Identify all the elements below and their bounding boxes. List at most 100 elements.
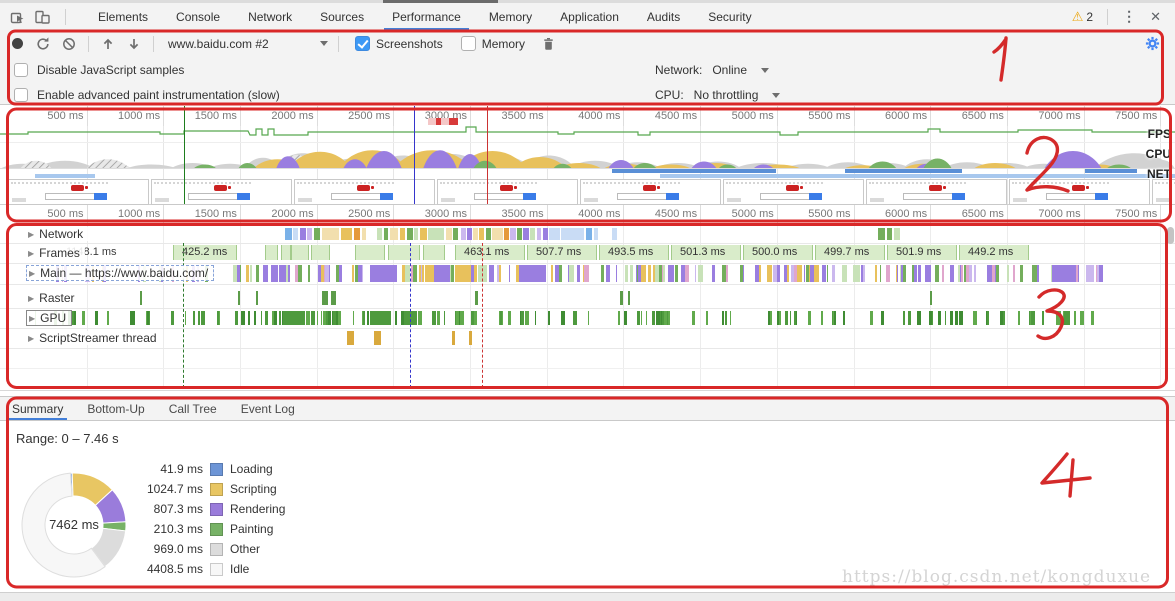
screenshot-thumbnail[interactable] bbox=[866, 179, 1007, 205]
device-toolbar-icon[interactable] bbox=[34, 9, 51, 25]
screenshot-thumbnail[interactable] bbox=[151, 179, 292, 205]
details-tab-call-tree[interactable]: Call Tree bbox=[157, 397, 229, 420]
ruler-tick bbox=[239, 106, 241, 126]
thumbnail-text-line bbox=[1155, 182, 1175, 184]
ruler-tick bbox=[86, 205, 88, 223]
ruler-tick bbox=[853, 106, 855, 126]
tab-application[interactable]: Application bbox=[546, 3, 633, 30]
gpu-bar bbox=[525, 311, 529, 325]
frame-segment[interactable] bbox=[388, 245, 420, 260]
disclosure-triangle-icon[interactable]: ▶ bbox=[28, 294, 34, 303]
details-tab-event-log[interactable]: Event Log bbox=[229, 397, 307, 420]
track-gpu[interactable]: ▶ GPU bbox=[26, 310, 73, 326]
screenshots-checkbox-row[interactable]: Screenshots bbox=[355, 36, 443, 51]
track-script-streamer[interactable]: ▶ ScriptStreamer thread bbox=[26, 331, 162, 345]
frame-segment[interactable]: 501.9 ms bbox=[887, 245, 957, 260]
frame-segment[interactable]: 449.2 ms bbox=[959, 245, 1029, 260]
tab-network[interactable]: Network bbox=[234, 3, 306, 30]
track-main[interactable]: ▶ Main — https://www.baidu.com/ bbox=[26, 265, 215, 281]
frame-segment[interactable] bbox=[265, 245, 278, 260]
screenshot-thumbnail[interactable] bbox=[1009, 179, 1150, 205]
track-row[interactable]: ▶ Network bbox=[0, 226, 1175, 244]
gpu-bar bbox=[81, 311, 85, 325]
tab-audits[interactable]: Audits bbox=[633, 3, 694, 30]
gpu-bar bbox=[1064, 311, 1068, 325]
thumbnail-text-line bbox=[297, 182, 395, 184]
screenshots-checkbox[interactable] bbox=[355, 36, 370, 51]
frame-segment[interactable] bbox=[355, 245, 385, 260]
screenshot-thumbnail[interactable] bbox=[8, 179, 149, 205]
gpu-bar bbox=[842, 311, 845, 325]
disclosure-triangle-icon[interactable]: ▶ bbox=[28, 249, 34, 258]
details-tab-bottom-up[interactable]: Bottom-Up bbox=[75, 397, 156, 420]
network-throttling-select[interactable]: Network: Online bbox=[655, 63, 770, 77]
close-icon[interactable]: ✕ bbox=[1144, 9, 1167, 25]
reload-and-profile-button[interactable] bbox=[30, 33, 56, 55]
memory-checkbox-row[interactable]: Memory bbox=[460, 36, 525, 51]
frame-segment[interactable]: 501.3 ms bbox=[671, 245, 741, 260]
frame-segment[interactable] bbox=[423, 245, 445, 260]
disable-js-option[interactable]: Disable JavaScript samples bbox=[14, 63, 184, 77]
track-frames[interactable]: ▶ Frames bbox=[26, 246, 85, 260]
gpu-bar bbox=[260, 311, 263, 325]
track-row[interactable]: ▶ Main — https://www.baidu.com/ bbox=[0, 263, 1175, 285]
track-row[interactable]: ▶ ScriptStreamer thread bbox=[0, 328, 1175, 349]
frame-segment[interactable]: 499.7 ms bbox=[815, 245, 885, 260]
tab-sources[interactable]: Sources bbox=[306, 3, 378, 30]
track-row[interactable]: ▶ GPU bbox=[0, 308, 1175, 329]
disclosure-triangle-icon[interactable]: ▶ bbox=[28, 230, 34, 239]
track-network[interactable]: ▶ Network bbox=[26, 227, 89, 241]
track-bar bbox=[331, 291, 336, 305]
tab-security[interactable]: Security bbox=[694, 3, 765, 30]
cpu-throttling-select[interactable]: CPU: No throttling bbox=[655, 88, 781, 102]
tab-performance[interactable]: Performance bbox=[378, 3, 475, 30]
timeline-tracks[interactable]: ▶ Network 1148.1 ms 425.2 ms 463.1 ms 507.7 m… bbox=[0, 224, 1175, 391]
timeline-overview[interactable]: 500 ms 1000 ms 1500 ms 2000 ms 2500 ms 3000 m… bbox=[0, 106, 1175, 223]
more-options-icon[interactable]: ⋮ bbox=[1114, 8, 1144, 25]
frame-segment[interactable] bbox=[291, 245, 309, 260]
screenshot-thumbnail[interactable] bbox=[437, 179, 578, 205]
trash-icon bbox=[543, 37, 553, 50]
frame-segment[interactable] bbox=[281, 245, 291, 260]
frame-segment[interactable] bbox=[311, 245, 330, 260]
garbage-collect-button[interactable] bbox=[535, 33, 561, 55]
frame-segment[interactable]: 463.1 ms bbox=[455, 245, 525, 260]
disable-js-checkbox[interactable] bbox=[14, 63, 28, 77]
capture-settings-button[interactable] bbox=[1139, 33, 1165, 55]
load-profile-button[interactable] bbox=[95, 33, 121, 55]
flame-sliver bbox=[973, 265, 977, 282]
track-row[interactable]: ▶ Raster bbox=[0, 288, 1175, 309]
profile-history-select[interactable]: www.baidu.com #2 bbox=[160, 37, 332, 51]
record-button[interactable] bbox=[4, 33, 30, 55]
tracks-scrollbar-thumb[interactable] bbox=[1167, 227, 1174, 244]
disclosure-triangle-icon[interactable]: ▶ bbox=[28, 334, 34, 343]
disclosure-triangle-icon[interactable]: ▶ bbox=[29, 314, 35, 323]
frame-segment[interactable]: 500.0 ms bbox=[743, 245, 813, 260]
track-bar bbox=[612, 228, 617, 240]
screenshot-thumbnail[interactable] bbox=[580, 179, 721, 205]
frame-segment[interactable]: 493.5 ms bbox=[599, 245, 669, 260]
tab-console[interactable]: Console bbox=[162, 3, 234, 30]
console-warnings-badge[interactable]: ⚠ 2 bbox=[1072, 9, 1093, 25]
track-row[interactable]: 1148.1 ms 425.2 ms 463.1 ms 507.7 ms 493.5 m… bbox=[0, 243, 1175, 264]
baidu-logo-mark bbox=[1071, 185, 1089, 191]
memory-checkbox[interactable] bbox=[460, 36, 476, 51]
tab-memory[interactable]: Memory bbox=[475, 3, 546, 30]
track-raster[interactable]: ▶ Raster bbox=[26, 291, 80, 305]
disclosure-triangle-icon[interactable]: ▶ bbox=[29, 269, 35, 278]
flame-sliver bbox=[1019, 265, 1023, 282]
advanced-paint-checkbox[interactable] bbox=[14, 88, 28, 102]
save-profile-button[interactable] bbox=[121, 33, 147, 55]
tab-elements[interactable]: Elements bbox=[84, 3, 162, 30]
ruler-tick bbox=[1160, 205, 1162, 223]
screenshot-thumbnail[interactable] bbox=[723, 179, 864, 205]
flame-sliver bbox=[968, 265, 972, 282]
inspect-element-icon[interactable] bbox=[10, 9, 26, 25]
advanced-paint-option[interactable]: Enable advanced paint instrumentation (s… bbox=[14, 88, 280, 102]
gpu-bar bbox=[972, 311, 977, 325]
screenshot-thumbnail[interactable] bbox=[1152, 179, 1175, 205]
clear-button[interactable] bbox=[56, 33, 82, 55]
frame-segment[interactable]: 507.7 ms bbox=[527, 245, 597, 260]
ruler-tick bbox=[470, 205, 471, 223]
details-tab-summary[interactable]: Summary bbox=[0, 397, 75, 420]
